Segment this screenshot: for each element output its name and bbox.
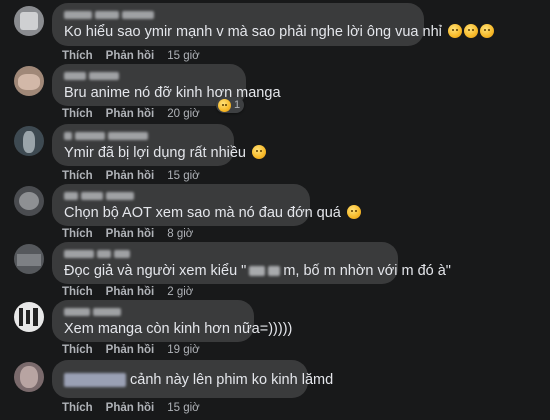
comment-actions: Thích Phản hồi 19 giờ: [62, 344, 200, 356]
avatar[interactable]: [14, 186, 44, 216]
comment-text: cảnh này lên phim ko kinh lămd: [130, 372, 334, 388]
comment-text: Bru anime nó đỡ kinh hơn manga: [64, 85, 281, 101]
like-link[interactable]: Thích: [62, 50, 93, 62]
thinking-face-icon: [479, 24, 494, 38]
commenter-name[interactable]: [64, 305, 242, 319]
comment-time[interactable]: 15 giờ: [167, 50, 199, 62]
comment-bubble: Ko hiểu sao ymir mạnh v mà sao phải nghe…: [52, 3, 494, 46]
comment-time[interactable]: 15 giờ: [167, 170, 199, 182]
smiling-face-icon: [252, 145, 267, 159]
avatar[interactable]: [14, 362, 44, 392]
comment-actions: Thích Phản hồi 15 giờ: [62, 170, 200, 182]
comment-bubble: cảnh này lên phim ko kinh lămd: [52, 360, 333, 398]
like-link[interactable]: Thích: [62, 170, 93, 182]
comment-bubble: Chọn bộ AOT xem sao mà nó đau đớn quá: [52, 184, 361, 226]
reply-link[interactable]: Phản hồi: [106, 228, 155, 240]
crying-face-icon: [346, 205, 361, 219]
thinking-face-icon: [463, 24, 478, 38]
commenter-name[interactable]: [64, 247, 386, 261]
commenter-name[interactable]: [64, 69, 234, 83]
like-link[interactable]: Thích: [62, 286, 93, 298]
censored-text: [249, 266, 266, 277]
like-link[interactable]: Thích: [62, 402, 93, 414]
comment-bubble: Ymir đã bị lợi dụng rất nhiều: [52, 124, 267, 166]
comment-time[interactable]: 8 giờ: [167, 228, 193, 240]
avatar[interactable]: [14, 126, 44, 156]
reply-link[interactable]: Phản hồi: [106, 286, 155, 298]
like-link[interactable]: Thích: [62, 108, 93, 120]
comment-time[interactable]: 2 giờ: [167, 286, 193, 298]
reply-link[interactable]: Phản hồi: [106, 50, 155, 62]
reply-link[interactable]: Phản hồi: [106, 108, 155, 120]
comment-text: Chọn bộ AOT xem sao mà nó đau đớn quá: [64, 205, 341, 221]
comment-text: Xem manga còn kinh hơn nữa=))))): [64, 321, 293, 337]
censored-text: [268, 266, 281, 277]
comment-time[interactable]: 20 giờ: [167, 108, 199, 120]
comment-text: Ymir đã bị lợi dụng rất nhiều: [64, 145, 246, 161]
thinking-face-icon: [447, 24, 462, 38]
avatar[interactable]: [14, 244, 44, 274]
reply-link[interactable]: Phản hồi: [106, 344, 155, 356]
tagged-name[interactable]: [64, 373, 126, 388]
sad-face-icon: [218, 98, 231, 112]
reaction-badge[interactable]: 1: [216, 97, 245, 113]
avatar[interactable]: [14, 302, 44, 332]
reply-link[interactable]: Phản hồi: [106, 170, 155, 182]
commenter-name[interactable]: [64, 8, 412, 22]
like-link[interactable]: Thích: [62, 344, 93, 356]
comment-text: Ko hiểu sao ymir mạnh v mà sao phải nghe…: [64, 24, 442, 40]
reply-link[interactable]: Phản hồi: [106, 402, 155, 414]
commenter-name[interactable]: [64, 129, 222, 143]
comment-text-start: Đọc giả và người xem kiểu ": [64, 263, 247, 279]
comment-text-end: m, bố m nhờn với m đó à": [283, 263, 451, 279]
comment-bubble: Đọc giả và người xem kiểu " m, bố m nhờn …: [52, 242, 451, 284]
comment-actions: Thích Phản hồi 2 giờ: [62, 286, 193, 298]
comment-actions: Thích Phản hồi 20 giờ: [62, 108, 200, 120]
comment-time[interactable]: 15 giờ: [167, 402, 199, 414]
reaction-count: 1: [234, 99, 241, 111]
comment-actions: Thích Phản hồi 15 giờ: [62, 402, 200, 414]
comment-time[interactable]: 19 giờ: [167, 344, 199, 356]
commenter-name[interactable]: [64, 189, 298, 203]
avatar[interactable]: [14, 66, 44, 96]
comment-bubble: Xem manga còn kinh hơn nữa=))))): [52, 300, 293, 342]
like-link[interactable]: Thích: [62, 228, 93, 240]
avatar[interactable]: [14, 6, 44, 36]
comment-actions: Thích Phản hồi 8 giờ: [62, 228, 193, 240]
comment-actions: Thích Phản hồi 15 giờ: [62, 50, 200, 62]
